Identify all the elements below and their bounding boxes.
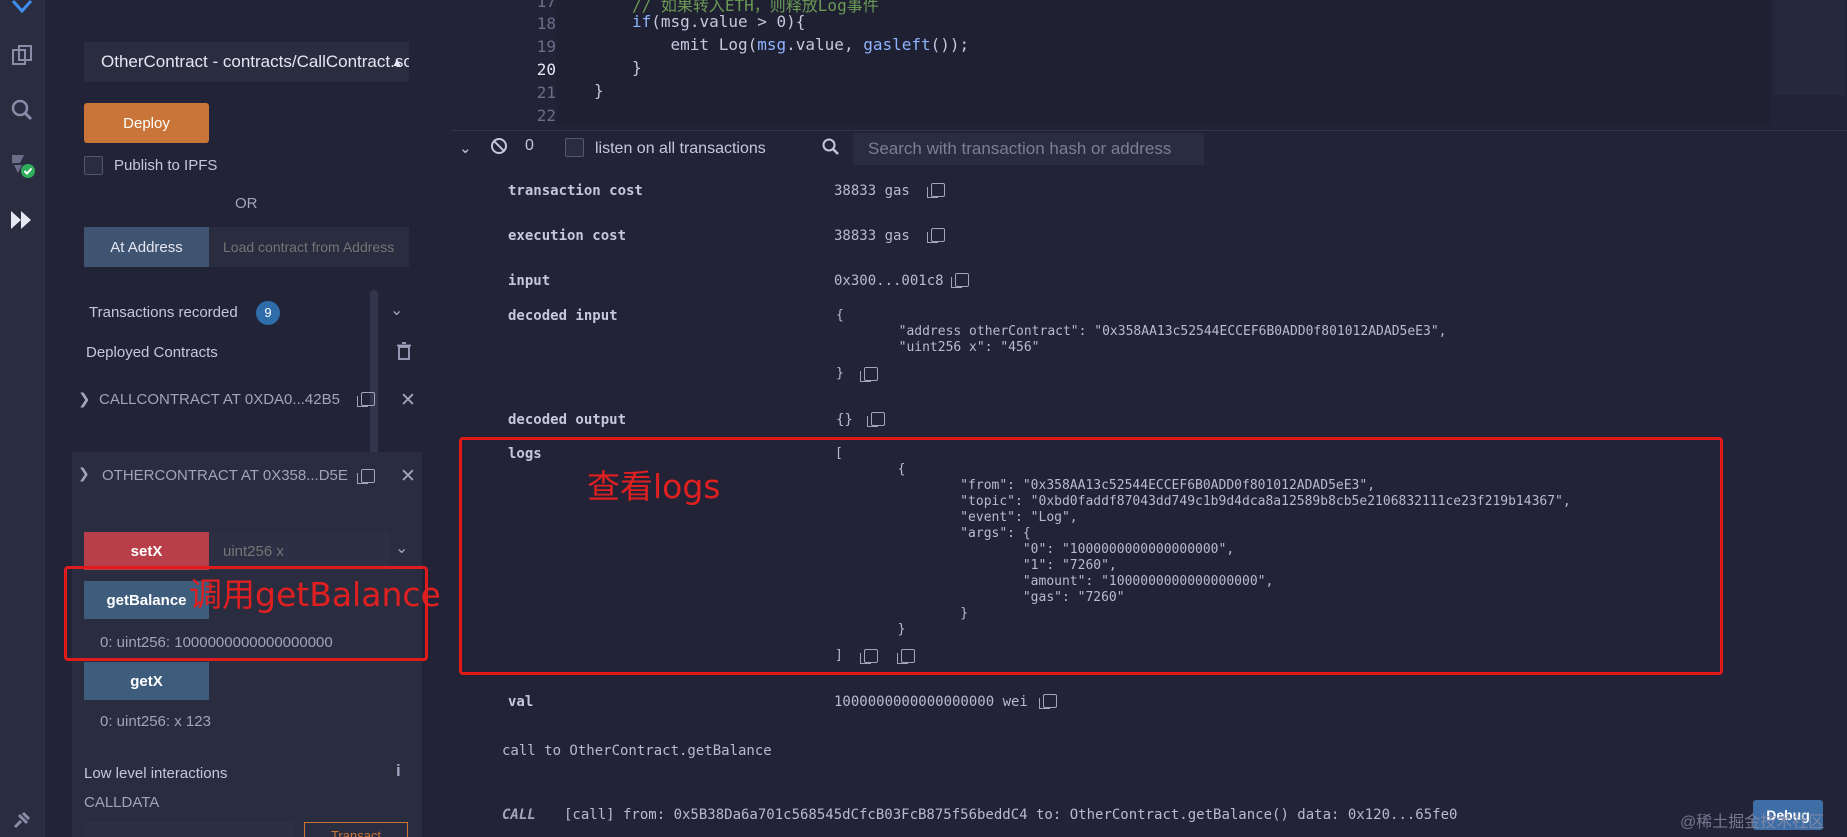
copy-icon[interactable] [867, 412, 885, 427]
copy-icon[interactable] [357, 469, 375, 484]
transactions-count-badge: 9 [256, 301, 280, 325]
clear-console-icon[interactable] [491, 138, 507, 154]
tx-field-key: transaction cost [508, 183, 643, 199]
load-contract-address-input[interactable] [209, 227, 409, 267]
deployed-contract-label: CALLCONTRACT AT 0XDA0...42B5 [99, 391, 340, 408]
code-line: if(msg.value > 0){ [632, 12, 806, 31]
chevron-right-icon[interactable]: ❯ [78, 390, 91, 408]
editor-minimap[interactable] [1775, 0, 1845, 95]
tx-field-value: 38833 gas [834, 228, 910, 244]
listen-all-checkbox[interactable] [565, 138, 584, 157]
setx-input[interactable] [209, 532, 389, 570]
annotation-logs: 查看logs [587, 467, 721, 506]
deployed-contracts-label: Deployed Contracts [86, 344, 218, 361]
calldata-input[interactable] [84, 822, 294, 837]
tx-field-key: val [508, 694, 534, 710]
pending-tx-count: 0 [525, 137, 534, 154]
contract-select-value: OtherContract - contracts/CallContract.s… [101, 52, 409, 71]
copy-icon[interactable] [927, 228, 945, 243]
transact-button[interactable]: Transact [304, 822, 408, 837]
call-line[interactable]: [call] from: 0x5B38Da6a701c568545dCfcB03… [564, 807, 1457, 823]
chevron-down-icon[interactable]: ❯ [78, 465, 90, 482]
decoded-input-line: { [836, 308, 844, 323]
copy-icon[interactable] [1039, 694, 1057, 709]
call-tag: CALL [502, 807, 536, 823]
decoded-input-line: "address otherContract": "0x358AA13c5254… [836, 324, 1447, 339]
low-level-interactions-label: Low level interactions [84, 765, 228, 782]
tx-field-value: {} [836, 412, 853, 428]
search-icon [822, 138, 840, 161]
calldata-label: CALLDATA [84, 794, 160, 811]
watermark: @稀土掘金技术社区 [1680, 814, 1825, 831]
call-message: call to OtherContract.getBalance [502, 743, 772, 759]
deploy-run-icon[interactable] [7, 205, 37, 235]
chevron-down-icon[interactable]: ⌄ [390, 300, 403, 320]
setx-button[interactable]: setX [84, 532, 209, 570]
contract-select[interactable]: OtherContract - contracts/CallContract.s… [84, 42, 409, 82]
decoded-input-line: "uint256 x": "456" [836, 340, 1040, 355]
deployed-contract-label: OTHERCONTRACT AT 0X358...D5E [102, 467, 348, 484]
line-number: 18 [536, 14, 556, 33]
at-address-button[interactable]: At Address [84, 227, 209, 267]
plugin-manager-icon[interactable] [7, 805, 37, 835]
tx-field-key: execution cost [508, 228, 627, 244]
tx-field-value: 38833 gas [834, 183, 910, 199]
tx-field-key: input [508, 273, 551, 289]
tx-field-value: 0x300...001c8 [834, 273, 944, 289]
copy-icon[interactable] [860, 367, 878, 382]
trash-icon[interactable] [396, 342, 412, 365]
tx-field-key: decoded input [508, 308, 618, 324]
deploy-button[interactable]: Deploy [84, 103, 209, 143]
line-number: 20 [536, 60, 556, 79]
search-icon[interactable] [7, 95, 37, 125]
code-line: } [632, 58, 642, 77]
transaction-search-input[interactable]: Search with transaction hash or address [853, 133, 1204, 165]
collapse-terminal-icon[interactable]: ⌄ [459, 139, 472, 157]
getx-button[interactable]: getX [84, 662, 209, 700]
line-number: 19 [536, 37, 556, 56]
listen-all-label: listen on all transactions [595, 140, 766, 157]
transactions-recorded-label[interactable]: Transactions recorded [89, 304, 238, 321]
tx-field-key: decoded output [508, 412, 627, 428]
copy-icon[interactable] [357, 392, 375, 407]
getx-result: 0: uint256: x 123 [100, 713, 211, 730]
chevron-down-icon[interactable]: ⌄ [395, 538, 408, 558]
publish-ipfs-label: Publish to IPFS [114, 157, 218, 174]
solidity-compiler-icon[interactable] [7, 150, 37, 180]
code-line: emit Log(msg.value, gasleft()); [632, 35, 970, 54]
line-number: 22 [536, 106, 556, 125]
info-icon[interactable]: i [396, 761, 401, 781]
remix-logo-icon[interactable] [7, 0, 37, 22]
code-line: } [594, 81, 604, 100]
tx-field-value: 1000000000000000000 wei [834, 694, 1028, 710]
icon-panel [0, 0, 44, 837]
annotation-getbalance: 调用getBalance [189, 575, 441, 614]
line-number: 17 [536, 0, 556, 11]
publish-ipfs-checkbox[interactable] [84, 156, 103, 175]
close-icon[interactable]: ✕ [400, 389, 416, 412]
select-caret-icon: ▲ [391, 55, 403, 69]
or-label: OR [235, 195, 258, 212]
close-icon[interactable]: ✕ [400, 465, 416, 488]
copy-icon[interactable] [927, 183, 945, 198]
decoded-input-line: } [836, 366, 844, 381]
file-explorer-icon[interactable] [7, 40, 37, 70]
copy-icon[interactable] [951, 273, 969, 288]
line-number: 21 [536, 83, 556, 102]
